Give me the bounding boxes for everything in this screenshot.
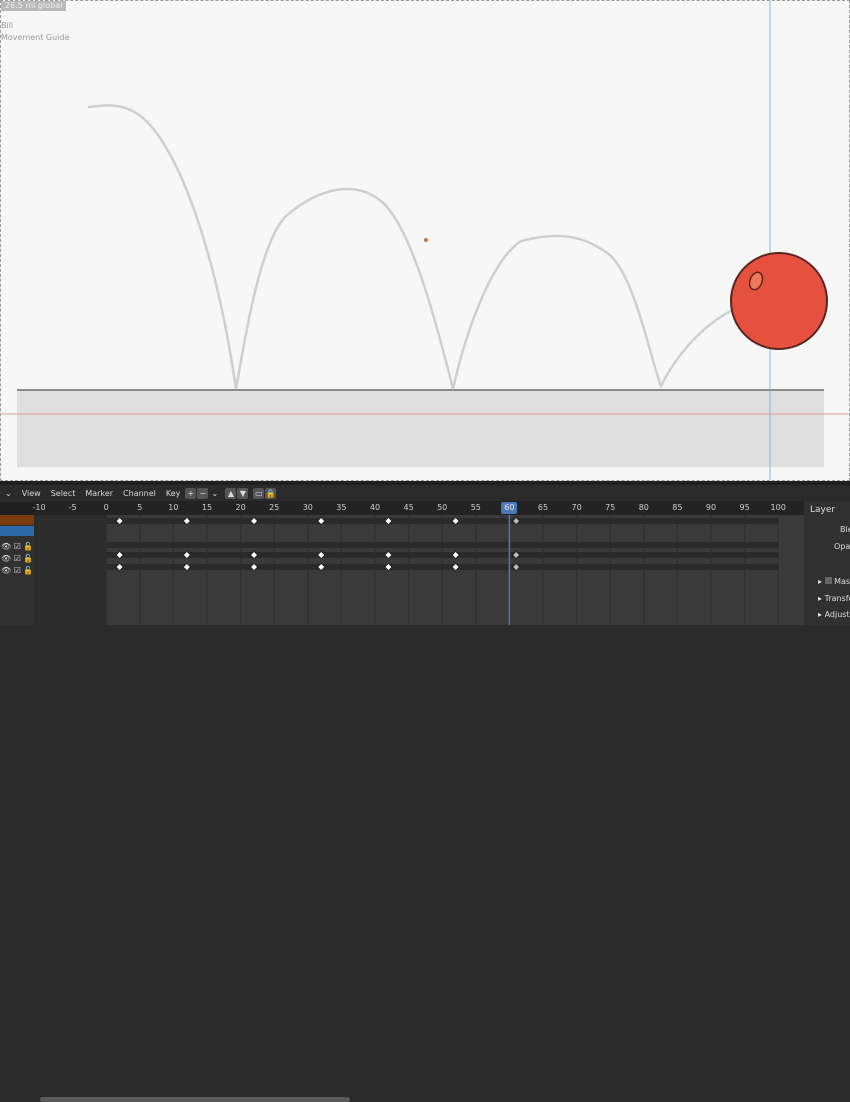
ruler-tick: 65 <box>537 503 549 512</box>
ruler-tick: 40 <box>369 503 381 512</box>
keyframe-canvas[interactable] <box>34 515 804 625</box>
ruler-tick: 55 <box>470 503 481 512</box>
red-ball <box>730 252 828 350</box>
ruler-tick: 60 <box>504 503 515 512</box>
horizontal-scrollbar[interactable] <box>40 1097 350 1102</box>
ground-block <box>17 390 824 467</box>
triangle-up-icon[interactable]: ▲ <box>225 488 237 499</box>
ruler-tick: 100 <box>770 503 786 512</box>
channel-row <box>106 518 779 524</box>
channel-row <box>106 552 779 558</box>
plus-icon[interactable]: + <box>185 488 197 499</box>
layer-list: 👁 ☑ 🔓 👁 ☑ 🔓 👁 ☑ 🔓 <box>0 515 34 625</box>
adjust-label[interactable]: ▸ Adjust <box>818 610 850 619</box>
ruler-tick: 45 <box>403 503 414 512</box>
scene-canvas[interactable] <box>1 1 850 481</box>
timeline-editor[interactable]: ⌄ View Select Marker Channel Key + − ⌄ ▲… <box>0 481 850 1102</box>
layer-side-panel: Layer Ble Opac ▸ Mas ▸ Transfo ▸ Adjust <box>804 501 850 625</box>
frame-ruler[interactable]: 60 -10 -5 0 5 10 15 20 25 30 35 40 45 50 55 60 65 70 75 80… <box>32 501 804 515</box>
ruler-tick: 75 <box>605 503 616 512</box>
mask-label[interactable]: ▸ Mas <box>818 577 850 586</box>
ruler-tick: 20 <box>235 503 246 512</box>
menu-view[interactable]: View <box>17 489 46 498</box>
ruler-tick: 15 <box>201 503 213 512</box>
ruler-tick: 30 <box>302 503 313 512</box>
transform-label[interactable]: ▸ Transfo <box>818 594 850 603</box>
blend-label: Ble <box>840 525 850 534</box>
layer-controls[interactable]: 👁 ☑ 🔓 👁 ☑ 🔓 👁 ☑ 🔓 <box>1 541 33 577</box>
ruler-tick: 5 <box>137 503 143 512</box>
layer-row-1[interactable] <box>0 515 34 525</box>
ruler-tick: 10 <box>168 503 179 512</box>
eye-icon[interactable]: 👁 ☑ 🔓 <box>1 541 33 553</box>
bounce-path <box>87 104 733 390</box>
triangle-down-icon[interactable]: ▼ <box>237 488 249 499</box>
menu-marker[interactable]: Marker <box>80 489 118 498</box>
eye-icon[interactable]: 👁 ☑ 🔓 <box>1 553 33 565</box>
ruler-tick: 90 <box>705 503 717 512</box>
ruler-tick: 85 <box>672 503 683 512</box>
opacity-label: Opac <box>834 542 850 551</box>
ruler-tick: 50 <box>437 503 448 512</box>
ruler-tick: 25 <box>269 503 280 512</box>
menu-channel[interactable]: Channel <box>118 489 161 498</box>
timeline-header: ⌄ View Select Marker Channel Key + − ⌄ ▲… <box>0 485 850 502</box>
editor-type-dropdown[interactable]: ⌄ <box>0 489 17 498</box>
ruler-tick: -5 <box>68 503 77 512</box>
ruler-tick: 35 <box>336 503 347 512</box>
viewport[interactable]: 26.5 ml global Bill Movement Guide <box>0 0 850 481</box>
ruler-tick: 80 <box>638 503 649 512</box>
preroll-region <box>34 515 107 625</box>
ruler-tick: -10 <box>32 503 46 512</box>
menu-key[interactable]: Key <box>161 489 186 498</box>
channel-row <box>106 564 779 570</box>
menu-select[interactable]: Select <box>46 489 81 498</box>
pivot-dot <box>424 238 428 242</box>
keyframe-area[interactable] <box>34 515 804 625</box>
ruler-tick: 0 <box>103 503 109 512</box>
panel-title: Layer <box>810 505 836 515</box>
minus-icon[interactable]: − <box>197 488 209 499</box>
layer-row-2[interactable] <box>0 526 34 536</box>
ruler-tick: 70 <box>571 503 582 512</box>
monitor-icon[interactable]: ▭ <box>253 488 265 499</box>
eye-icon[interactable]: 👁 ☑ 🔓 <box>1 565 33 577</box>
channel-row <box>106 542 779 548</box>
lock-icon[interactable]: 🔒 <box>265 488 277 499</box>
ruler-tick: 95 <box>739 503 750 512</box>
chevron-down-icon[interactable]: ⌄ <box>209 488 220 499</box>
